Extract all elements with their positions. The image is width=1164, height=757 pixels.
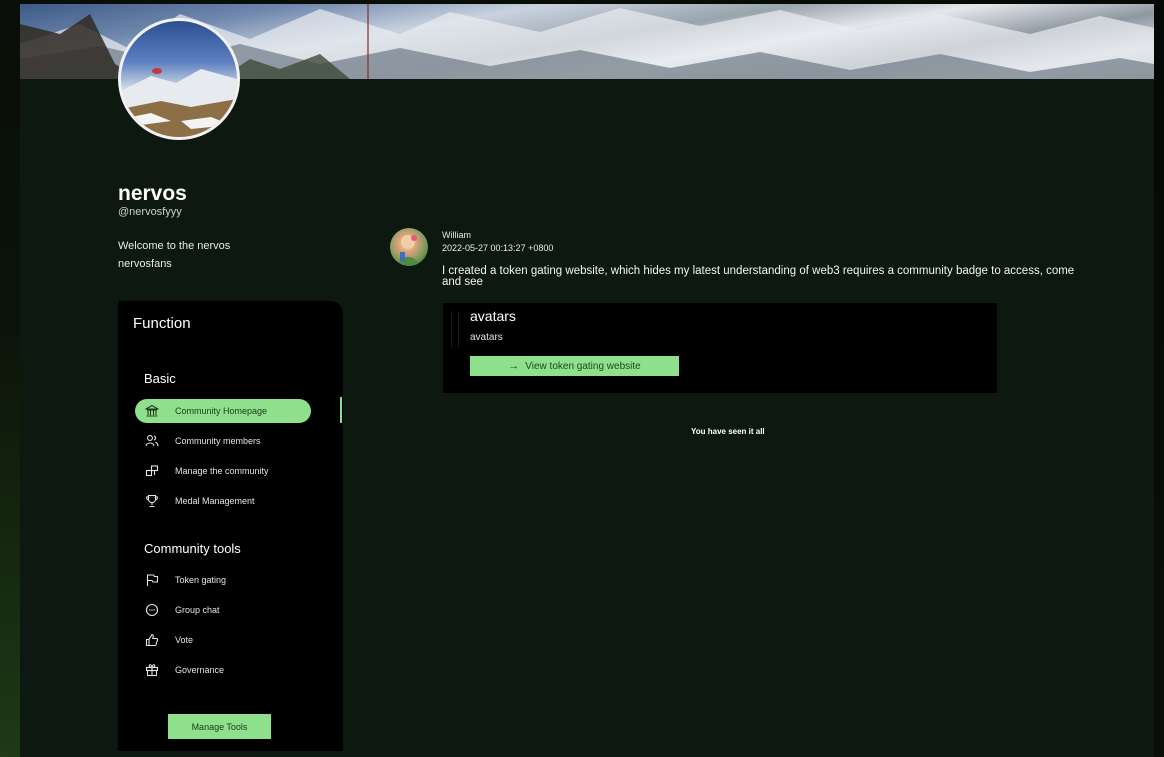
community-description-line: nervosfans	[118, 258, 172, 270]
sidebar-item-label: Group chat	[175, 605, 220, 615]
trophy-icon	[144, 493, 160, 509]
community-description-line: Welcome to the nervos	[118, 240, 231, 252]
sidebar-item-vote[interactable]: Vote	[135, 628, 311, 652]
bank-icon	[144, 403, 160, 419]
sidebar-item-label: Community members	[175, 436, 261, 446]
card-title: avatars	[470, 308, 516, 324]
gift-icon	[144, 662, 160, 678]
sidebar-item-label: Token gating	[175, 575, 227, 585]
chat-icon	[144, 602, 160, 618]
sidebar-item-medal-management[interactable]: Medal Management	[135, 489, 311, 513]
active-indicator	[340, 397, 342, 423]
flag-icon	[144, 572, 160, 588]
post-timestamp: 2022-05-27 00:13:27 +0800	[442, 243, 554, 253]
manage-icon	[144, 463, 160, 479]
function-panel: Function Basic Community Homepage Commun…	[118, 301, 343, 751]
button-label: View token gating website	[525, 360, 641, 372]
link-preview-card[interactable]: avatars avatars → View token gating webs…	[443, 303, 997, 393]
sidebar-item-governance[interactable]: Governance	[135, 658, 311, 682]
post-author[interactable]: William	[442, 230, 471, 240]
card-subtitle: avatars	[470, 332, 503, 343]
sidebar-item-group-chat[interactable]: Group chat	[135, 598, 311, 622]
sidebar-item-label: Community Homepage	[175, 406, 268, 416]
author-avatar[interactable]	[390, 228, 428, 266]
app-frame: nervos @nervosfyyy Welcome to the nervos…	[20, 4, 1154, 757]
section-title-community-tools: Community tools	[144, 541, 241, 556]
members-icon	[144, 433, 160, 449]
community-name: nervos	[118, 182, 187, 205]
avatar-landscape-image	[121, 68, 237, 137]
sidebar-item-community-homepage[interactable]: Community Homepage	[135, 399, 311, 423]
manage-tools-button[interactable]: Manage Tools	[168, 714, 271, 739]
sidebar-item-label: Governance	[175, 665, 225, 675]
section-title-basic: Basic	[144, 371, 176, 386]
arrow-right-icon: →	[508, 360, 520, 372]
community-handle: @nervosfyyy	[118, 206, 182, 218]
sidebar-item-label: Manage the community	[175, 466, 269, 476]
sidebar-item-label: Vote	[175, 635, 194, 645]
author-avatar-image	[398, 235, 419, 266]
thumbs-up-icon	[144, 632, 160, 648]
sidebar-item-manage-the-community[interactable]: Manage the community	[135, 459, 311, 483]
sidebar-item-community-members[interactable]: Community members	[135, 429, 311, 453]
panel-title: Function	[133, 315, 191, 332]
view-token-gating-website-button[interactable]: → View token gating website	[470, 356, 679, 376]
sidebar-item-label: Medal Management	[175, 496, 255, 506]
post-text: I created a token gating website, which …	[442, 265, 1075, 288]
sidebar-item-token-gating[interactable]: Token gating	[135, 568, 311, 592]
feed-end-note: You have seen it all	[691, 427, 765, 436]
community-avatar[interactable]	[118, 18, 240, 140]
card-thumbnail	[451, 311, 459, 347]
